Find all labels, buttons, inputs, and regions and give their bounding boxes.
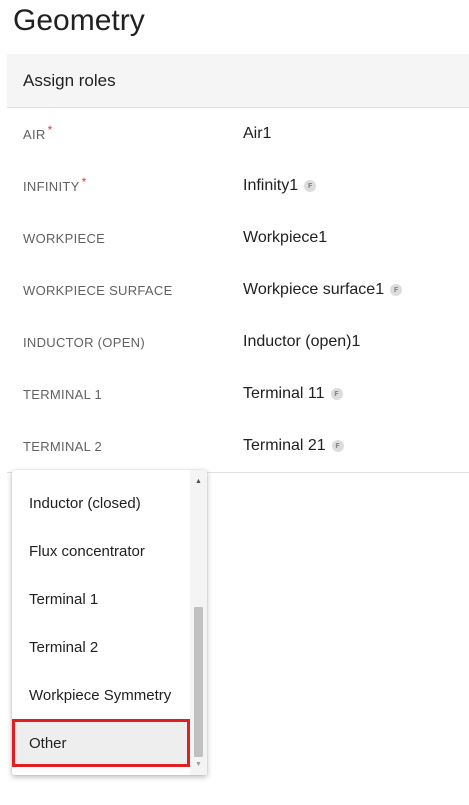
- role-label: WORKPIECE: [23, 230, 106, 246]
- scroll-up-arrow-icon[interactable]: ▲: [190, 474, 207, 488]
- role-row-workpiece: WORKPIECE Workpiece1: [23, 212, 469, 264]
- dropdown-scrollbar[interactable]: ▲ ▼: [190, 470, 207, 775]
- role-row-terminal-2: TERMINAL 2 Terminal 21 F: [23, 420, 469, 472]
- f-badge-icon: F: [330, 388, 343, 400]
- role-label: INFINITY *: [23, 174, 87, 194]
- dropdown-option-terminal-1[interactable]: Terminal 1: [12, 575, 190, 623]
- f-badge-icon: F: [390, 284, 403, 296]
- role-row-workpiece-surface: WORKPIECE SURFACE Workpiece surface1 F: [23, 264, 469, 316]
- f-badge-icon: F: [331, 440, 344, 452]
- role-label: TERMINAL 1: [23, 386, 103, 402]
- role-value-select[interactable]: Workpiece1: [243, 229, 327, 247]
- f-badge-icon: F: [304, 180, 317, 192]
- required-marker: *: [47, 122, 53, 137]
- role-row-terminal-1: TERMINAL 1 Terminal 11 F: [23, 368, 469, 420]
- dropdown-option-other[interactable]: Other: [12, 719, 190, 767]
- dropdown-option-terminal-2[interactable]: Terminal 2: [12, 623, 190, 671]
- role-label: WORKPIECE SURFACE: [23, 282, 173, 298]
- dropdown-option-inductor-closed[interactable]: Inductor (closed): [12, 479, 190, 527]
- role-label: TERMINAL 2: [23, 438, 103, 454]
- role-label: AIR *: [23, 122, 53, 142]
- role-value-select[interactable]: Inductor (open)1: [243, 333, 360, 351]
- assign-roles-panel: Assign roles AIR * Air1 INFINITY * Infinit…: [7, 54, 469, 473]
- role-dropdown-menu[interactable]: Inductor (closed) Flux concentrator Term…: [12, 470, 207, 775]
- role-row-infinity: INFINITY * Infinity1 F: [23, 160, 469, 212]
- role-row-inductor-open: INDUCTOR (OPEN) Inductor (open)1: [23, 316, 469, 368]
- role-label: INDUCTOR (OPEN): [23, 334, 145, 350]
- role-row-air: AIR * Air1: [23, 108, 469, 160]
- role-value-select[interactable]: Air1: [243, 125, 271, 143]
- role-value-select[interactable]: Terminal 11 F: [243, 385, 343, 403]
- dropdown-option-flux-concentrator[interactable]: Flux concentrator: [12, 527, 190, 575]
- required-marker: *: [81, 174, 87, 189]
- panel-header-label: Assign roles: [23, 70, 116, 90]
- role-value-select[interactable]: Infinity1 F: [243, 177, 317, 195]
- role-value-select[interactable]: Workpiece surface1 F: [243, 281, 403, 299]
- dropdown-option-workpiece-symmetry[interactable]: Workpiece Symmetry: [12, 671, 190, 719]
- page-title: Geometry: [13, 4, 145, 37]
- panel-header[interactable]: Assign roles: [7, 54, 469, 108]
- scroll-down-arrow-icon[interactable]: ▼: [190, 757, 207, 771]
- role-value-select[interactable]: Terminal 21 F: [243, 437, 344, 455]
- scrollbar-thumb[interactable]: [194, 607, 203, 757]
